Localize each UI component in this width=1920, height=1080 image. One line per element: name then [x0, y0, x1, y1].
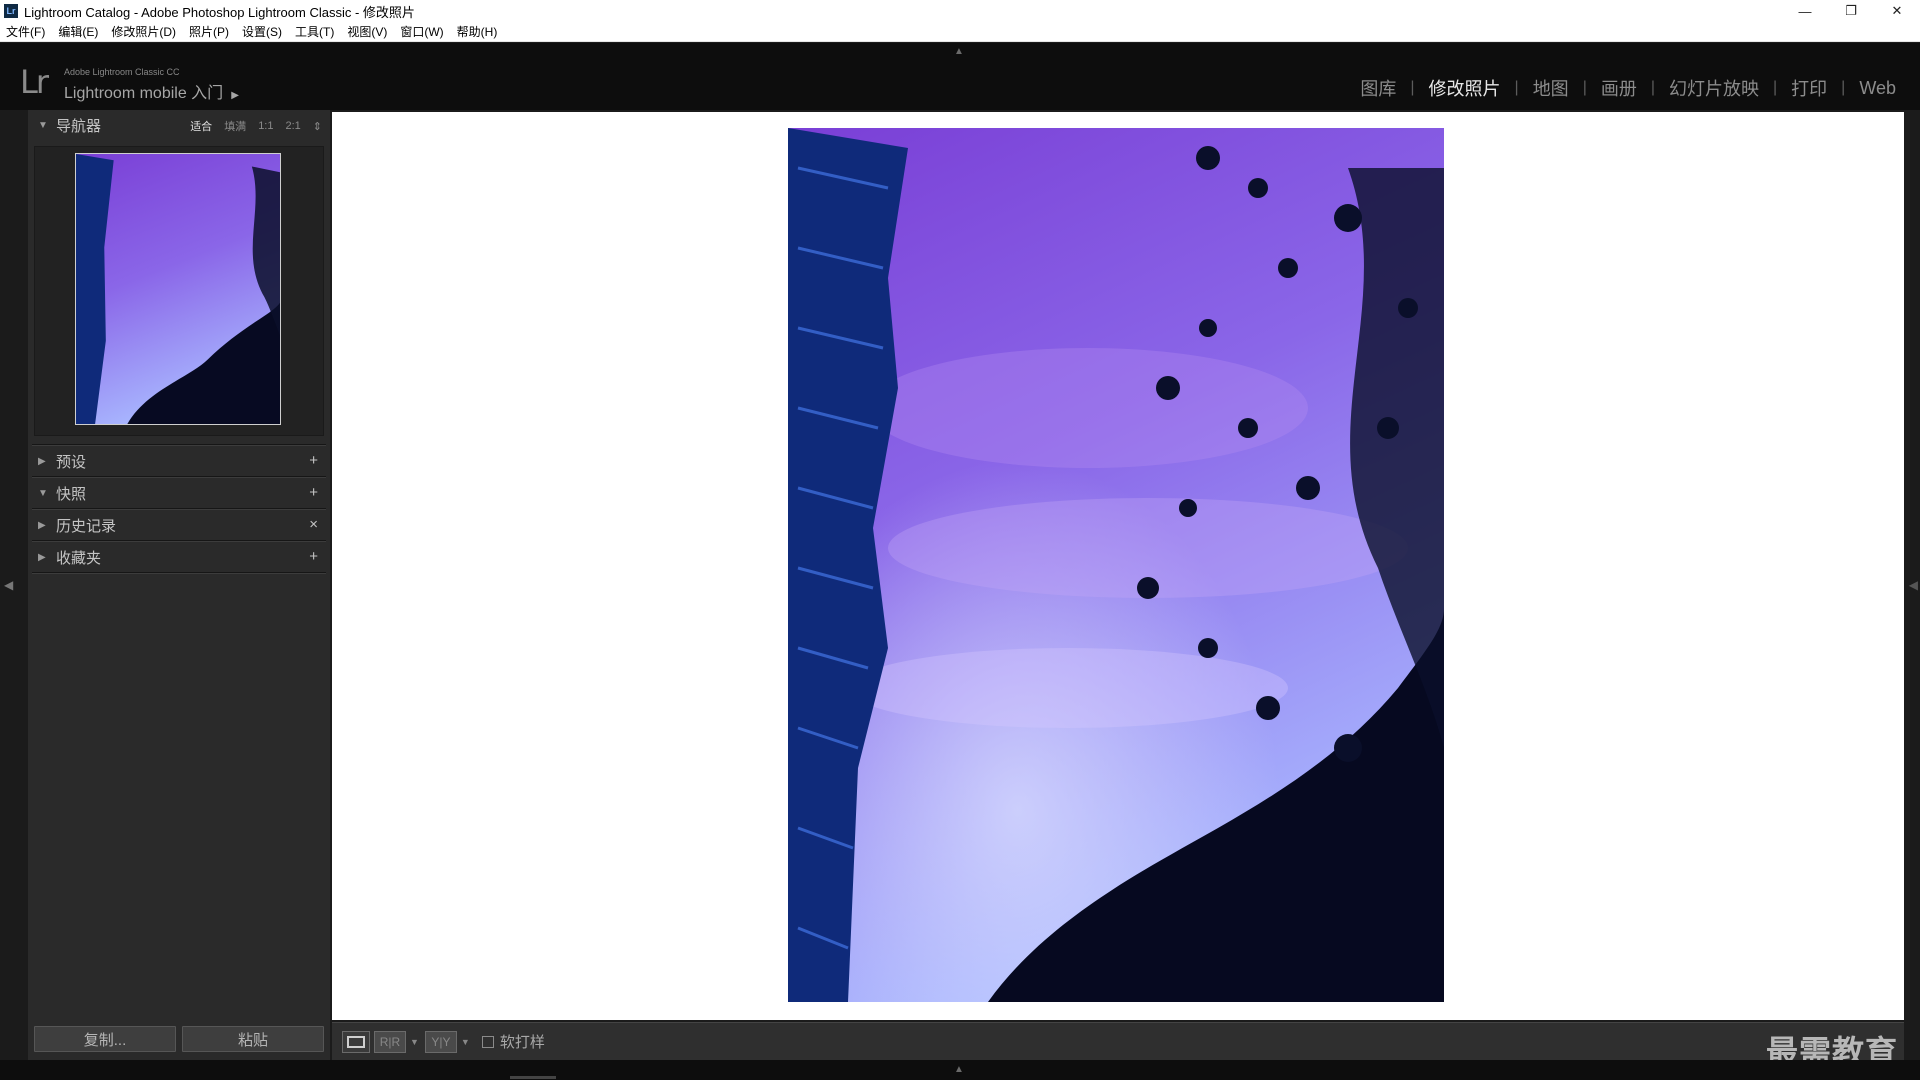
menu-bar: 文件(F) 编辑(E) 修改照片(D) 照片(P) 设置(S) 工具(T) 视图…: [0, 22, 1920, 42]
collapsed-triangle-icon: ▶: [38, 519, 46, 531]
brand-product-name: Adobe Lightroom Classic CC: [64, 67, 180, 77]
menu-help[interactable]: 帮助(H): [457, 23, 498, 40]
module-header: ▲ Lr Adobe Lightroom Classic CC Lightroo…: [0, 43, 1920, 110]
before-after-view-button[interactable]: R|R: [374, 1030, 406, 1053]
panel-divider: [32, 572, 326, 574]
menu-settings[interactable]: 设置(S): [242, 23, 282, 40]
title-bar: Lr Lightroom Catalog - Adobe Photoshop L…: [0, 0, 1920, 22]
module-map[interactable]: 地图: [1519, 75, 1583, 101]
expand-right-panel-icon[interactable]: ◀: [1909, 578, 1918, 592]
navigator-header[interactable]: ▼ 导航器 适合 填满 1:1 2:1 ⇕: [28, 110, 330, 140]
menu-photo[interactable]: 照片(P): [189, 23, 229, 40]
expand-triangle-icon: ▼: [38, 119, 48, 131]
menu-develop[interactable]: 修改照片(D): [111, 23, 176, 40]
module-print[interactable]: 打印: [1777, 75, 1841, 101]
module-slideshow[interactable]: 幻灯片放映: [1655, 75, 1773, 101]
add-collection-button[interactable]: +: [309, 548, 318, 565]
module-picker: 图库 | 修改照片 | 地图 | 画册 | 幻灯片放映 | 打印 | Web: [1346, 75, 1910, 101]
menu-edit[interactable]: 编辑(E): [58, 23, 98, 40]
close-button[interactable]: ✕: [1874, 0, 1920, 22]
loupe-view-button[interactable]: [342, 1030, 370, 1053]
expand-filmstrip-icon[interactable]: ▲: [954, 1064, 964, 1075]
history-title: 历史记录: [56, 517, 117, 535]
menu-window[interactable]: 窗口(W): [400, 23, 443, 40]
module-web[interactable]: Web: [1845, 78, 1910, 99]
lightroom-app-icon: Lr: [4, 4, 18, 18]
loupe-icon: [347, 1035, 365, 1048]
before-after-dropdown-icon[interactable]: ▼: [410, 1037, 419, 1047]
play-arrow-icon: ▶: [231, 90, 239, 101]
collapse-left-panel-icon[interactable]: ◀: [4, 578, 13, 592]
menu-file[interactable]: 文件(F): [6, 23, 45, 40]
zoom-fill[interactable]: 填满: [224, 118, 246, 134]
zoom-2-1[interactable]: 2:1: [285, 120, 300, 132]
zoom-fit[interactable]: 适合: [190, 118, 212, 134]
module-book[interactable]: 画册: [1587, 75, 1651, 101]
clear-history-button[interactable]: ×: [309, 516, 318, 533]
minimize-button[interactable]: —: [1782, 0, 1828, 22]
menu-view[interactable]: 视图(V): [347, 23, 387, 40]
lightroom-logo: Lr: [20, 63, 49, 101]
loupe-view[interactable]: [332, 112, 1904, 1020]
softproof-label: 软打样: [499, 1034, 545, 1051]
navigator-thumbnail[interactable]: [75, 153, 281, 425]
snapshots-title: 快照: [56, 485, 87, 503]
menu-tools[interactable]: 工具(T): [295, 23, 334, 40]
copy-settings-button[interactable]: 复制...: [34, 1026, 176, 1052]
navigator-thumbnail-image: [76, 154, 280, 424]
navigator-title: 导航器: [56, 117, 102, 135]
window-controls: — ❐ ✕: [1782, 0, 1920, 22]
left-panel-edge[interactable]: ◀: [0, 110, 22, 1060]
copy-settings-dropdown-icon[interactable]: ▼: [461, 1037, 470, 1047]
left-panel-buttons: 复制... 粘贴: [28, 1026, 330, 1054]
collapse-top-panel-icon[interactable]: ▲: [954, 46, 964, 57]
main-photo-image: [788, 128, 1444, 1002]
zoom-dropdown-icon[interactable]: ⇕: [313, 120, 322, 133]
presets-title: 预设: [56, 453, 87, 471]
left-panel: ▼ 导航器 适合 填满 1:1 2:1 ⇕ ▶ 预设 + ▼ 快照 + ▶ 历史…: [28, 110, 330, 1060]
collapsed-triangle-icon: ▶: [38, 455, 46, 467]
main-photo[interactable]: [788, 128, 1444, 1002]
softproof-checkbox[interactable]: [481, 1035, 494, 1048]
collections-header[interactable]: ▶ 收藏夹 +: [28, 542, 330, 572]
restore-button[interactable]: ❐: [1828, 0, 1874, 22]
module-library[interactable]: 图库: [1346, 75, 1410, 101]
navigator-zoom-options: 适合 填满 1:1 2:1 ⇕: [190, 118, 322, 134]
add-snapshot-button[interactable]: +: [309, 484, 318, 501]
brand-mobile-label: Lightroom mobile 入门: [64, 85, 224, 102]
module-develop[interactable]: 修改照片: [1415, 75, 1515, 101]
presets-header[interactable]: ▶ 预设 +: [28, 446, 330, 476]
collections-title: 收藏夹: [56, 549, 102, 567]
filmstrip-scroll-indicator: [510, 1076, 556, 1079]
right-panel-edge[interactable]: ◀: [1902, 110, 1920, 1060]
brand-mobile-link[interactable]: Lightroom mobile 入门 ▶: [64, 79, 239, 103]
filmstrip-edge[interactable]: ▲: [0, 1060, 1920, 1080]
zoom-1-1[interactable]: 1:1: [258, 120, 273, 132]
history-header[interactable]: ▶ 历史记录 ×: [28, 510, 330, 540]
window-title: Lightroom Catalog - Adobe Photoshop Ligh…: [24, 4, 415, 20]
paste-settings-button[interactable]: 粘贴: [182, 1026, 324, 1052]
add-preset-button[interactable]: +: [309, 452, 318, 469]
copy-before-after-button[interactable]: Y|Y: [424, 1030, 457, 1053]
navigator-preview: [34, 146, 324, 436]
collapsed-triangle-icon: ▶: [38, 551, 46, 563]
snapshots-header[interactable]: ▼ 快照 +: [28, 478, 330, 508]
expand-triangle-icon: ▼: [38, 487, 48, 499]
develop-toolbar: R|R ▼ Y|Y ▼ 软打样 最需教育: [332, 1022, 1904, 1070]
